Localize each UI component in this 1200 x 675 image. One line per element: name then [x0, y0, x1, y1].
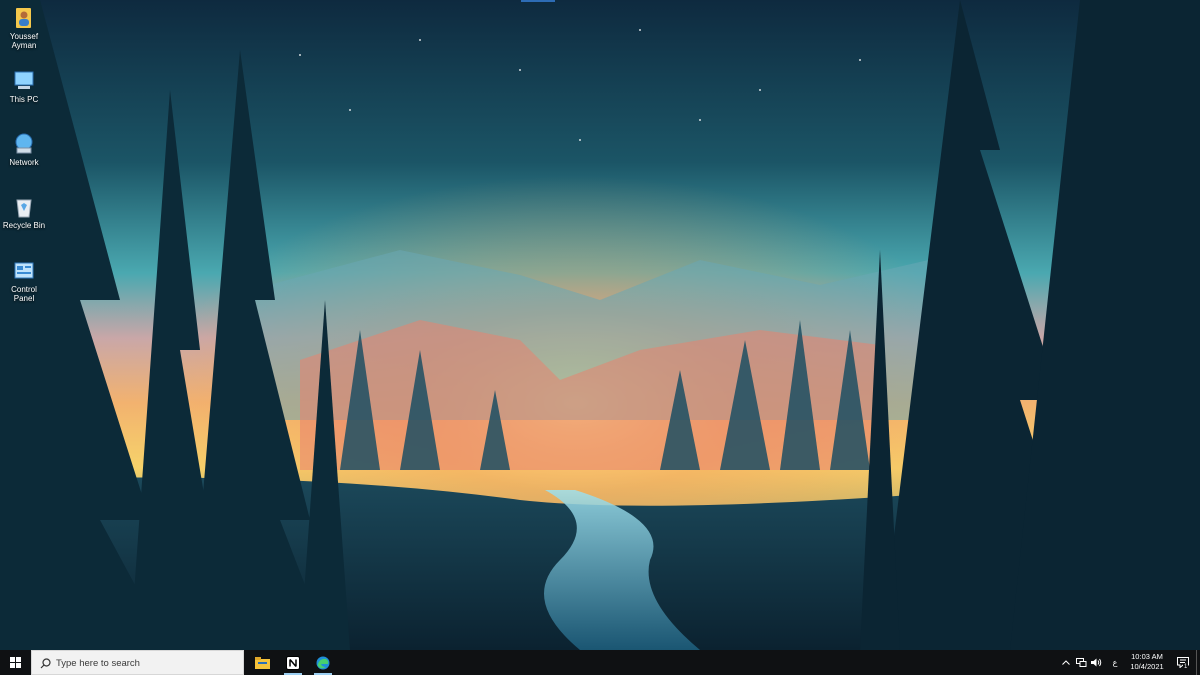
network-icon: [15, 133, 33, 154]
network-status-icon: [1075, 657, 1086, 667]
start-button[interactable]: [0, 650, 31, 675]
desktop-icon-network[interactable]: Network: [0, 132, 48, 167]
notification-count-badge: 1: [1183, 664, 1189, 671]
tray-overflow-button[interactable]: [1060, 650, 1072, 675]
speaker-icon: [1090, 658, 1101, 667]
control-panel-icon: [14, 262, 34, 279]
window-peek-indicator: [521, 0, 555, 2]
action-center-button[interactable]: 1: [1174, 650, 1192, 675]
taskbar-search-box[interactable]: Type here to search: [31, 650, 244, 675]
clock-time: 10:03 AM: [1131, 652, 1163, 661]
tray-network-button[interactable]: [1074, 650, 1088, 675]
taskbar-file-explorer[interactable]: [248, 650, 276, 675]
search-icon: [40, 658, 51, 669]
taskbar: Type here to search ع 10:03 AM 10/4/2021…: [0, 650, 1200, 675]
windows-logo-icon: [10, 657, 21, 668]
desktop-wallpaper: [0, 0, 1200, 650]
taskbar-notion[interactable]: [279, 650, 307, 675]
desktop-icon-user-folder[interactable]: Youssef Ayman: [0, 6, 48, 50]
chevron-up-icon: [1062, 660, 1070, 665]
notion-icon: [286, 655, 300, 670]
user-folder-icon: [16, 8, 31, 28]
desktop-icon-label: Network: [9, 158, 39, 167]
desktop-icon-recycle-bin[interactable]: Recycle Bin: [0, 195, 48, 230]
clock-date: 10/4/2021: [1130, 662, 1164, 671]
desktop-icon-label: Control Panel: [11, 285, 37, 303]
search-placeholder: Type here to search: [56, 658, 140, 669]
desktop-icon-label: This PC: [9, 95, 39, 104]
tray-language-button[interactable]: ع: [1108, 650, 1122, 675]
tray-volume-button[interactable]: [1089, 650, 1103, 675]
desktop-icon-label: Recycle Bin: [2, 221, 46, 230]
desktop-icon-label: Youssef Ayman: [9, 32, 39, 50]
computer-icon: [14, 71, 34, 89]
show-desktop-button[interactable]: [1196, 650, 1200, 675]
edge-icon: [316, 656, 330, 669]
file-explorer-icon: [254, 656, 270, 669]
tray-clock[interactable]: 10:03 AM 10/4/2021: [1122, 652, 1172, 672]
desktop-icon-control-panel[interactable]: Control Panel: [0, 259, 48, 303]
recycle-bin-icon: [16, 199, 32, 218]
desktop-icon-this-pc[interactable]: This PC: [0, 69, 48, 104]
taskbar-edge[interactable]: [309, 650, 337, 675]
